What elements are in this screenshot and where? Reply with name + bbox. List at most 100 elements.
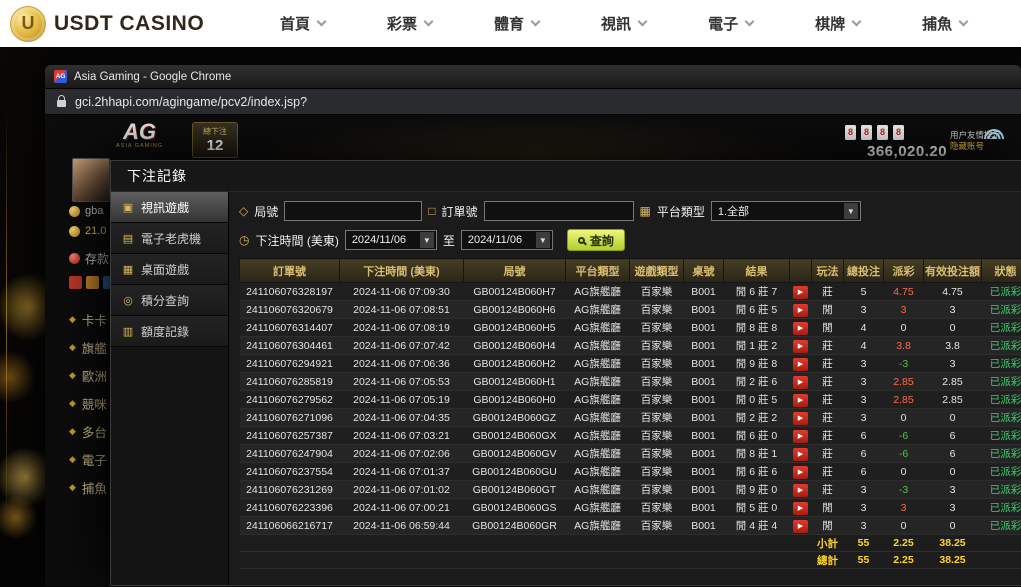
cell-platform: AG旗艦廳 xyxy=(566,373,630,391)
cell-round: GB00124B060GR xyxy=(464,517,566,535)
cell-round: GB00124B060H6 xyxy=(464,301,566,319)
menu-item-quota-record[interactable]: ▥額度記錄 xyxy=(111,316,228,347)
browser-titlebar[interactable]: AG Asia Gaming - Google Chrome xyxy=(45,65,1021,89)
playing-card: 8 xyxy=(861,125,872,140)
cell-result: 閒 9 莊 0 xyxy=(724,481,790,499)
site-header: U USDT CASINO 首頁 彩票 體育 視訊 電子 棋牌 捕魚 xyxy=(0,0,1021,47)
cell-payout: 4.75 xyxy=(884,283,924,301)
replay-button[interactable]: ▶ xyxy=(793,394,808,407)
bet-row: 2411060762949212024-11-06 07:06:36GB0012… xyxy=(240,355,1021,373)
bet-table-body: 2411060763281972024-11-06 07:09:30GB0012… xyxy=(240,283,1021,569)
replay-button[interactable]: ▶ xyxy=(793,520,808,533)
chevron-down-icon xyxy=(424,17,434,27)
nav-item-label: 棋牌 xyxy=(815,13,845,34)
cell-play-type: 閒 xyxy=(812,301,844,319)
nav-item-lottery[interactable]: 彩票 xyxy=(387,13,432,34)
brand-name: USDT CASINO xyxy=(54,12,204,36)
cell-time: 2024-11-06 07:05:19 xyxy=(340,391,464,409)
replay-button[interactable]: ▶ xyxy=(793,412,808,425)
cell-total-bet: 6 xyxy=(844,427,884,445)
replay-button[interactable]: ▶ xyxy=(793,502,808,515)
replay-button[interactable]: ▶ xyxy=(793,304,808,317)
bet-row: 2411060762858192024-11-06 07:05:53GB0012… xyxy=(240,373,1021,391)
cell-result: 閒 2 莊 6 xyxy=(724,373,790,391)
cell-total-bet: 4 xyxy=(844,319,884,337)
cell-play-type: 莊 xyxy=(812,481,844,499)
nav-item-label: 彩票 xyxy=(387,13,417,34)
nav-item-slots[interactable]: 電子 xyxy=(708,13,753,34)
menu-item-table-games[interactable]: ▦桌面遊戲 xyxy=(111,254,228,285)
cell-payout: 3 xyxy=(884,499,924,517)
cell-table-no: B001 xyxy=(684,517,724,535)
table-games-icon: ▦ xyxy=(121,263,135,276)
total-valid-bet: 38.25 xyxy=(924,552,982,569)
browser-urlbar[interactable]: gci.2hhapi.com/agingame/pcv2/index.jsp? xyxy=(45,89,1021,115)
cell-result: 閒 8 莊 1 xyxy=(724,445,790,463)
cell-time: 2024-11-06 07:05:53 xyxy=(340,373,464,391)
cell-result: 閒 4 莊 4 xyxy=(724,517,790,535)
chevron-down-icon xyxy=(852,17,862,27)
total-valid-bet: 38.25 xyxy=(924,535,982,552)
date-to-select[interactable]: 2024/11/06 ▼ xyxy=(461,230,553,250)
menu-item-slot-machine[interactable]: ▤電子老虎機 xyxy=(111,223,228,254)
search-button[interactable]: 查詢 xyxy=(567,229,625,251)
platform-select[interactable]: 1.全部 ▼ xyxy=(711,201,861,221)
cell-payout: -6 xyxy=(884,445,924,463)
order-label: 訂單號 xyxy=(442,203,478,220)
cell-replay: ▶ xyxy=(790,517,812,535)
cell-platform: AG旗艦廳 xyxy=(566,301,630,319)
cell-game: 百家樂 xyxy=(630,301,684,319)
cell-time: 2024-11-06 07:00:21 xyxy=(340,499,464,517)
replay-button[interactable]: ▶ xyxy=(793,286,808,299)
usdt-coin-icon: U xyxy=(10,6,46,42)
cell-round: GB00124B060GZ xyxy=(464,409,566,427)
site-logo[interactable]: U USDT CASINO xyxy=(10,6,238,42)
total-status xyxy=(982,552,1021,569)
nav-item-sports[interactable]: 體育 xyxy=(494,13,539,34)
cell-platform: AG旗艦廳 xyxy=(566,319,630,337)
bet-row: 2411060763281972024-11-06 07:09:30GB0012… xyxy=(240,283,1021,301)
cell-order: 241106076279562 xyxy=(240,391,340,409)
platform-label: 平台類型 xyxy=(657,203,705,220)
cell-status: 已派彩 xyxy=(982,337,1021,355)
deposit-button[interactable]: 存款 xyxy=(69,250,109,267)
order-input[interactable] xyxy=(484,201,634,221)
replay-button[interactable]: ▶ xyxy=(793,376,808,389)
ag-favicon-icon: AG xyxy=(54,70,67,83)
cell-game: 百家樂 xyxy=(630,427,684,445)
round-input[interactable] xyxy=(284,201,422,221)
replay-button[interactable]: ▶ xyxy=(793,340,808,353)
cell-play-type: 莊 xyxy=(812,409,844,427)
cell-payout: 2.85 xyxy=(884,373,924,391)
replay-button[interactable]: ▶ xyxy=(793,484,808,497)
nav-item-live[interactable]: 視訊 xyxy=(601,13,646,34)
cell-game: 百家樂 xyxy=(630,355,684,373)
cell-total-bet: 6 xyxy=(844,445,884,463)
cell-play-type: 莊 xyxy=(812,355,844,373)
cell-order: 241106066216717 xyxy=(240,517,340,535)
nav-item-chess[interactable]: 棋牌 xyxy=(815,13,860,34)
replay-button[interactable]: ▶ xyxy=(793,322,808,335)
cell-total-bet: 3 xyxy=(844,481,884,499)
replay-button[interactable]: ▶ xyxy=(793,448,808,461)
cell-result: 閒 6 莊 5 xyxy=(724,301,790,319)
column-header: 訂單號 xyxy=(240,259,340,283)
cell-order: 241106076304461 xyxy=(240,337,340,355)
bet-time-label: 下注時間 (美東) xyxy=(255,232,338,249)
replay-button[interactable]: ▶ xyxy=(793,358,808,371)
menu-item-points-search[interactable]: ◎積分查詢 xyxy=(111,285,228,316)
total-row: 小計552.2538.25 xyxy=(240,535,1021,552)
nav-item-fishing[interactable]: 捕魚 xyxy=(922,13,967,34)
menu-item-label: 視訊遊戲 xyxy=(141,199,189,216)
cell-valid-bet: 3 xyxy=(924,301,982,319)
replay-button[interactable]: ▶ xyxy=(793,430,808,443)
cell-play-type: 莊 xyxy=(812,373,844,391)
date-to-value: 2024/11/06 xyxy=(468,234,522,246)
replay-button[interactable]: ▶ xyxy=(793,466,808,479)
cell-round: GB00124B060GS xyxy=(464,499,566,517)
cell-platform: AG旗艦廳 xyxy=(566,391,630,409)
date-from-select[interactable]: 2024/11/06 ▼ xyxy=(345,230,437,250)
nav-item-home[interactable]: 首頁 xyxy=(280,13,325,34)
menu-item-video-camera[interactable]: ▣視訊遊戲 xyxy=(111,192,228,223)
cell-platform: AG旗艦廳 xyxy=(566,409,630,427)
